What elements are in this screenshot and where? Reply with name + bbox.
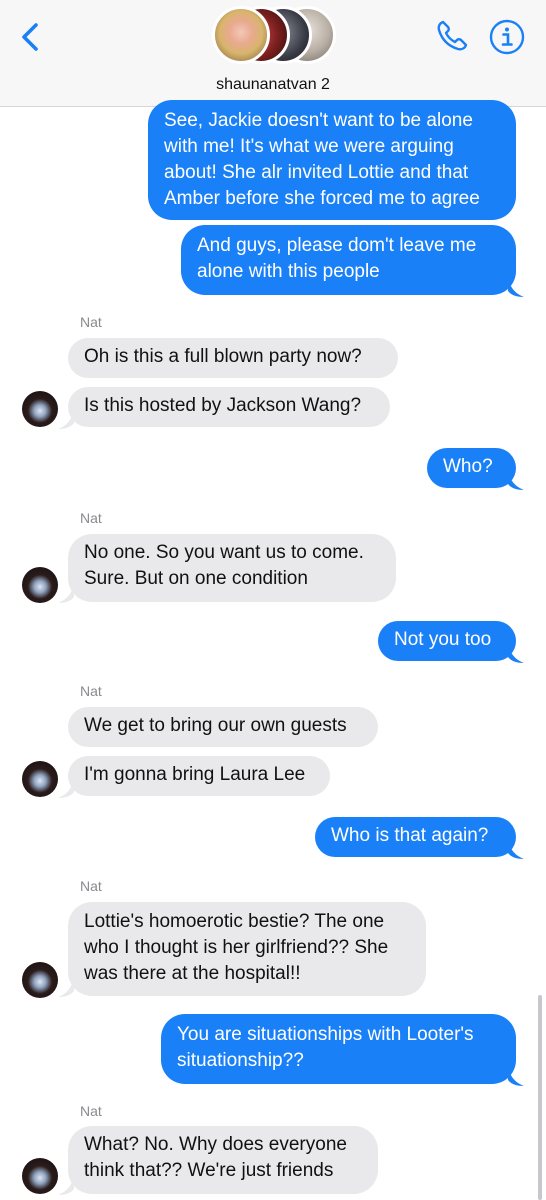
incoming-message-bubble[interactable]: Is this hosted by Jackson Wang? bbox=[68, 387, 390, 427]
message-text-line: Not you too bbox=[394, 629, 492, 650]
message-text-line: think that?? We're just friends bbox=[84, 1160, 334, 1181]
incoming-message-bubble[interactable]: No one. So you want us to come. Sure. Bu… bbox=[68, 534, 396, 602]
incoming-message-bubble[interactable]: We get to bring our own guests bbox=[68, 707, 378, 747]
outgoing-message-bubble[interactable]: See, Jackie doesn't want to be alone wit… bbox=[148, 100, 516, 220]
message-text-line: No one. So you want us to come. bbox=[84, 542, 364, 563]
conversation-header: shaunanatvan 2 bbox=[0, 0, 546, 107]
group-member-avatar bbox=[212, 6, 270, 64]
sender-name-label: Nat bbox=[80, 314, 102, 330]
message-text-line: We get to bring our own guests bbox=[84, 715, 347, 736]
scrollbar[interactable] bbox=[538, 995, 542, 1200]
message-text-line: alone with this people bbox=[197, 261, 380, 282]
outgoing-message-bubble[interactable]: Not you too bbox=[378, 621, 516, 661]
outgoing-message-bubble[interactable]: Who is that again? bbox=[315, 817, 516, 857]
message-text-line: Who is that again? bbox=[331, 825, 489, 846]
nat-avatar[interactable] bbox=[22, 391, 58, 427]
message-text-line: What? No. Why does everyone bbox=[84, 1134, 347, 1155]
bubble-tail bbox=[508, 1066, 524, 1086]
message-text-line: Is this hosted by Jackson Wang? bbox=[84, 395, 362, 416]
incoming-message-bubble[interactable]: Oh is this a full blown party now? bbox=[68, 338, 398, 378]
conversation-title[interactable]: shaunanatvan 2 bbox=[0, 76, 546, 94]
bubble-tail bbox=[58, 977, 74, 997]
bubble-tail bbox=[58, 778, 74, 798]
message-text-line: with me! It's what we were arguing bbox=[164, 136, 454, 157]
message-text-line: was there at the hospital!! bbox=[84, 963, 301, 984]
outgoing-message-bubble[interactable]: You are situationships with Looter's sit… bbox=[161, 1014, 516, 1084]
info-icon[interactable] bbox=[488, 18, 526, 56]
message-text-line: situationship?? bbox=[177, 1050, 304, 1071]
bubble-tail bbox=[508, 277, 524, 297]
back-chevron-icon[interactable] bbox=[16, 22, 46, 52]
message-text-line: You are situationships with Looter's bbox=[177, 1024, 474, 1045]
message-text-line: Amber before she forced me to agree bbox=[164, 188, 480, 209]
message-text-line: Who? bbox=[443, 456, 493, 477]
message-text-line: Sure. But on one condition bbox=[84, 568, 308, 589]
message-text-line: Oh is this a full blown party now? bbox=[84, 346, 362, 367]
message-thread[interactable]: See, Jackie doesn't want to be alone wit… bbox=[0, 100, 546, 1200]
incoming-message-bubble[interactable]: Lottie's homoerotic bestie? The one who … bbox=[68, 902, 426, 996]
sender-name-label: Nat bbox=[80, 878, 102, 894]
sender-name-label: Nat bbox=[80, 683, 102, 699]
bubble-tail bbox=[508, 470, 524, 490]
sender-name-label: Nat bbox=[80, 510, 102, 526]
message-text-line: See, Jackie doesn't want to be alone bbox=[164, 110, 473, 131]
outgoing-message-bubble[interactable]: Who? bbox=[427, 448, 516, 488]
nat-avatar[interactable] bbox=[22, 1158, 58, 1194]
outgoing-message-bubble[interactable]: And guys, please dom't leave me alone wi… bbox=[181, 225, 516, 295]
bubble-tail bbox=[508, 643, 524, 663]
group-avatars[interactable] bbox=[212, 6, 338, 64]
bubble-tail bbox=[58, 583, 74, 603]
incoming-message-bubble[interactable]: I'm gonna bring Laura Lee bbox=[68, 756, 330, 796]
nat-avatar[interactable] bbox=[22, 761, 58, 797]
message-text-line: I'm gonna bring Laura Lee bbox=[84, 764, 306, 785]
bubble-tail bbox=[58, 409, 74, 429]
nat-avatar[interactable] bbox=[22, 962, 58, 998]
bubble-tail bbox=[508, 839, 524, 859]
incoming-message-bubble[interactable]: What? No. Why does everyone think that??… bbox=[68, 1126, 378, 1194]
nat-avatar[interactable] bbox=[22, 567, 58, 603]
sender-name-label: Nat bbox=[80, 1103, 102, 1119]
bubble-tail bbox=[58, 1175, 74, 1195]
message-text-line: about! She alr invited Lottie and that bbox=[164, 162, 469, 183]
message-text-line: Lottie's homoerotic bestie? The one bbox=[84, 911, 385, 932]
phone-icon[interactable] bbox=[434, 18, 470, 54]
message-text-line: who I thought is her girlfriend?? She bbox=[84, 937, 389, 958]
message-text-line: And guys, please dom't leave me bbox=[197, 235, 477, 256]
